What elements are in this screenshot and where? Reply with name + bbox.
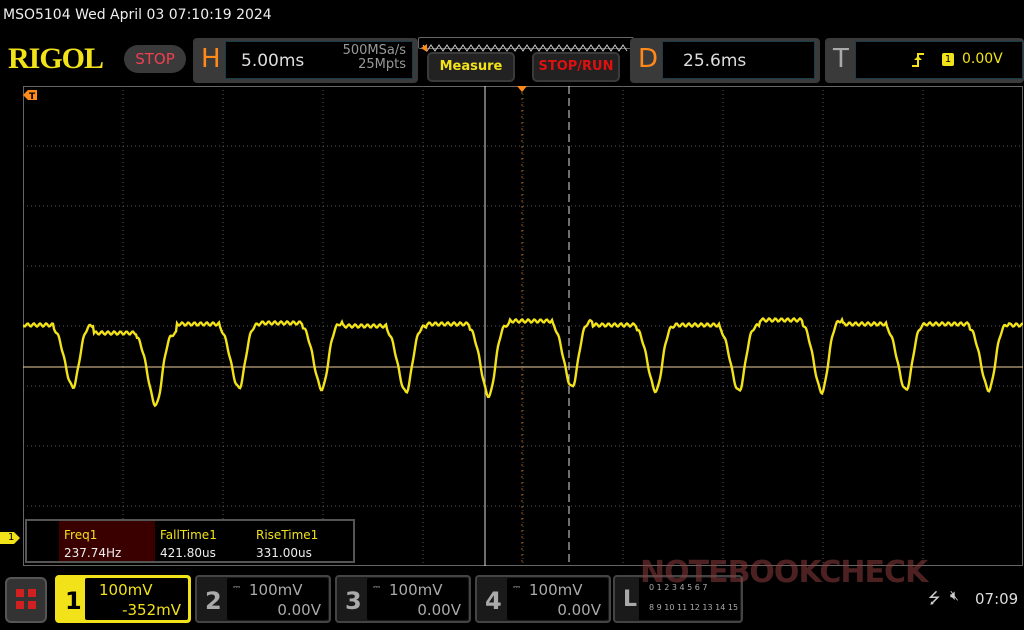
trigger-level-marker[interactable]: T (23, 90, 37, 102)
horizontal-panel[interactable]: H 5.00ms 500MSa/s 25Mpts (193, 38, 418, 83)
run-state-badge[interactable]: STOP (124, 45, 186, 73)
notebookcheck-watermark: NOTEBOOKCHECK (640, 555, 928, 590)
channel-4-button[interactable]: 4 ⎓ 100mV 0.00V (475, 575, 611, 623)
channel-2-button[interactable]: 2 ⎓ 100mV 0.00V (195, 575, 331, 623)
measurement-risetime[interactable]: RiseTime1 331.00us (251, 521, 347, 561)
svg-text:T: T (29, 92, 36, 102)
window-title: MSO5104 Wed April 03 07:10:19 2024 (3, 7, 272, 23)
horizontal-label: H (201, 44, 221, 74)
measurement-value: 237.74Hz (64, 546, 122, 560)
channel-offset: -352mV (122, 601, 181, 619)
logic-label: L (623, 587, 638, 612)
memory-position-bar[interactable] (418, 37, 634, 52)
channel-offset: 0.00V (557, 601, 601, 619)
channel-1-offset-marker[interactable]: 1 (0, 532, 20, 544)
rising-edge-icon (912, 53, 924, 67)
measurement-falltime[interactable]: FallTime1 421.80us (155, 521, 251, 561)
delay-label: D (638, 44, 659, 74)
measurement-label: RiseTime1 (256, 528, 319, 542)
measurement-value: 331.00us (256, 546, 312, 560)
measure-button[interactable]: Measure (427, 52, 515, 82)
measurement-panel: Freq1 237.74Hz FallTime1 421.80us RiseTime… (25, 519, 355, 563)
measurement-label: Freq1 (64, 528, 98, 542)
trigger-position-marker[interactable] (517, 86, 527, 92)
trigger-panel[interactable]: T 1 0.00V A (825, 38, 1024, 83)
channel-1-button[interactable]: 1 ⎓ 100mV -352mV (55, 575, 191, 623)
trigger-level: 0.00V (962, 51, 1003, 67)
trigger-label: T (833, 44, 849, 74)
menu-grid-icon (16, 589, 36, 609)
dc-coupling-icon: ⎓ (513, 583, 521, 593)
channel-scale: 100mV (99, 581, 153, 599)
measurement-value: 421.80us (160, 546, 216, 560)
channel-scale: 100mV (389, 581, 443, 599)
channel-3-button[interactable]: 3 ⎓ 100mV 0.00V (335, 575, 471, 623)
channel-scale: 100mV (249, 581, 303, 599)
timebase-value: 5.00ms (241, 51, 305, 71)
trigger-source: 1 (942, 53, 954, 66)
clock: 07:09 (975, 590, 1019, 608)
waveform-display[interactable]: T (23, 86, 1023, 566)
sample-rate: 500MSa/s (342, 43, 406, 58)
dc-coupling-icon: ⎓ (233, 583, 241, 593)
main-menu-button[interactable] (5, 577, 47, 623)
channel-offset: 0.00V (277, 601, 321, 619)
grid (23, 86, 1023, 566)
memory-depth: 25Mpts (358, 57, 406, 72)
channel-number: 2 (205, 587, 222, 615)
channel-offset: 0.00V (417, 601, 461, 619)
channel-scale: 100mV (529, 581, 583, 599)
dc-coupling-icon: ⎓ (373, 583, 381, 593)
channel-number: 4 (485, 587, 502, 615)
delay-value: 25.6ms (683, 51, 747, 71)
usb-icon: ⭍ (928, 589, 941, 607)
measurement-label: FallTime1 (160, 528, 217, 542)
acquisition-info: 500MSa/s 25Mpts (343, 44, 406, 72)
rigol-logo: RIGOL (8, 42, 104, 75)
logic-channels-row2: 8 9 10 11 12 13 14 15 (649, 603, 739, 612)
stop-run-button[interactable]: STOP/RUN (532, 52, 620, 82)
speaker-muted-icon[interactable]: 🔇︎ (950, 588, 959, 604)
dc-coupling-icon: ⎓ (64, 583, 72, 593)
channel-number: 3 (345, 587, 362, 615)
delay-panel[interactable]: D 25.6ms (630, 38, 820, 83)
measurement-freq[interactable]: Freq1 237.74Hz (59, 521, 155, 561)
